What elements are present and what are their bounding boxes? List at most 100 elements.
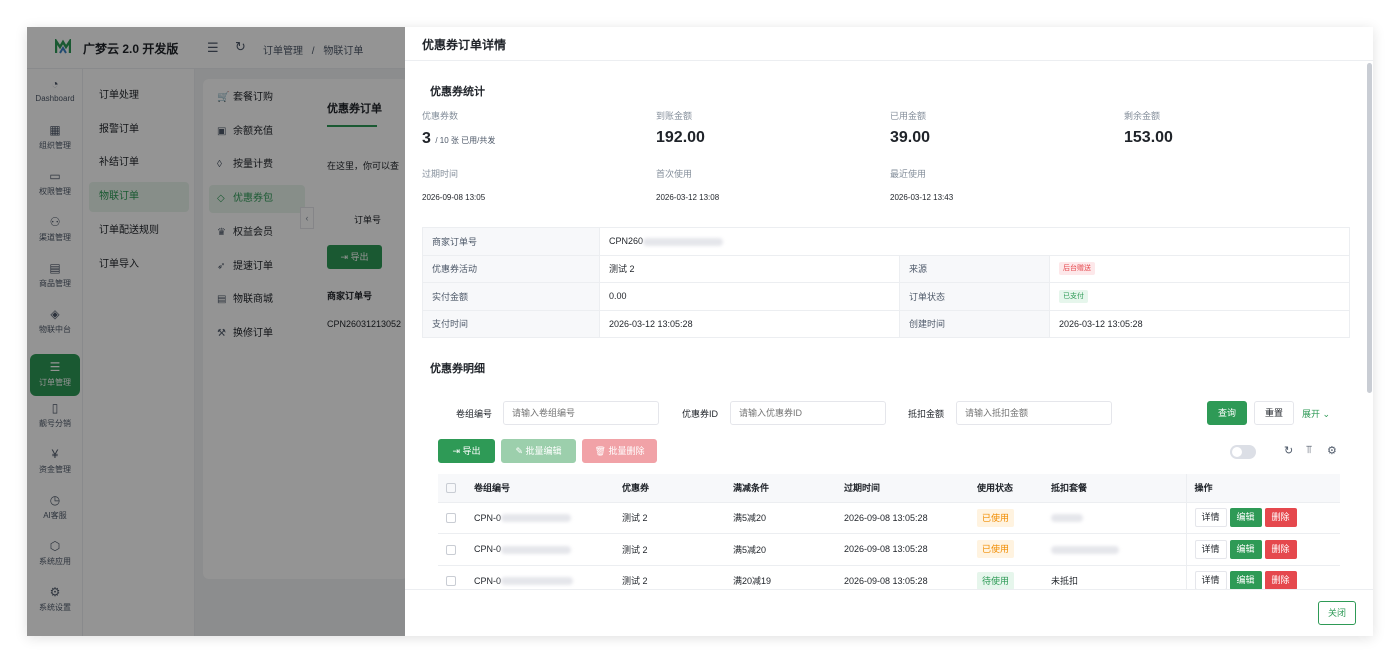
drawer-header: 优惠券订单详情 xyxy=(405,27,1373,61)
rule-cell: 满5减20 xyxy=(725,502,836,534)
last-use-value: 2026-03-12 13:43 xyxy=(890,193,954,202)
expand-label: 展开 xyxy=(1302,409,1321,419)
coupon-order-drawer: 优惠券订单详情 优惠券统计 优惠券数 3 / 10 张 已用/共发 到账金额 1… xyxy=(405,27,1373,636)
coupon-used-count: 3 xyxy=(422,130,431,147)
redacted-text xyxy=(643,237,724,246)
batch-edit-button[interactable]: ✎ 批量编辑 xyxy=(501,439,576,463)
edit-button[interactable]: 编辑 xyxy=(1229,539,1262,559)
source-tag: 后台赠送 xyxy=(1059,262,1095,276)
group-number-text: CPN-0 xyxy=(474,512,502,523)
expire-cell: 2026-09-08 13:05:28 xyxy=(836,533,969,566)
coupon-total-count: / 10 张 已用/共发 xyxy=(435,136,496,145)
scrollbar[interactable] xyxy=(1367,63,1372,393)
column-header[interactable]: 卷组编号 xyxy=(466,474,614,503)
delete-button[interactable]: 删除 xyxy=(1264,571,1297,591)
package-cell xyxy=(1043,502,1186,534)
source-label: 来源 xyxy=(899,254,1050,283)
edit-icon: ✎ xyxy=(515,446,523,456)
actions-cell: 详情 编辑 删除 xyxy=(1185,502,1340,534)
stats-section-title: 优惠券统计 xyxy=(430,86,485,98)
used-amount-label: 已用金额 xyxy=(890,111,927,121)
status-badge: 已使用 xyxy=(977,540,1015,559)
order-status-label: 订单状态 xyxy=(899,282,1050,311)
expire-time-value: 2026-09-08 13:05 xyxy=(422,193,486,202)
delete-button[interactable]: 删除 xyxy=(1264,539,1297,559)
group-number-label: 卷组编号 xyxy=(456,409,493,419)
table-row[interactable]: CPN-0 测试 2 满5减20 2026-09-08 13:05:28 已使用 详情 编辑… xyxy=(438,533,1340,566)
column-header[interactable]: 使用状态 xyxy=(969,474,1043,503)
detail-button[interactable]: 详情 xyxy=(1194,539,1227,559)
refresh-icon[interactable]: ↻ xyxy=(1284,444,1293,457)
row-checkbox[interactable] xyxy=(446,544,456,555)
detail-button[interactable]: 详情 xyxy=(1194,508,1227,528)
coupon-cell: 测试 2 xyxy=(614,533,725,566)
chevron-down-icon: ⌄ xyxy=(1322,409,1331,419)
order-status-value: 已支付 xyxy=(1049,282,1350,311)
detail-section-title: 优惠券明细 xyxy=(430,363,485,375)
batch-edit-label: 批量编辑 xyxy=(525,446,562,456)
row-select-cell xyxy=(438,533,466,566)
first-use-value: 2026-03-12 13:08 xyxy=(656,193,720,202)
last-use-label: 最近使用 xyxy=(890,169,927,179)
edit-button[interactable]: 编辑 xyxy=(1229,508,1262,528)
trash-icon: 🗑 xyxy=(594,446,606,456)
redacted-text xyxy=(1051,514,1083,523)
expire-time-label: 过期时间 xyxy=(422,169,459,179)
delete-button[interactable]: 删除 xyxy=(1264,508,1297,528)
row-checkbox[interactable] xyxy=(446,576,456,587)
reset-button[interactable]: 重置 xyxy=(1254,401,1294,425)
select-all-checkbox[interactable] xyxy=(446,483,456,494)
select-all-cell xyxy=(438,474,466,503)
pay-time-value: 2026-03-12 13:05:28 xyxy=(599,309,900,338)
merchant-order-number: CPN260 xyxy=(609,236,644,247)
group-number-cell: CPN-0 xyxy=(466,502,614,534)
export-icon: ⇥ xyxy=(452,446,460,456)
paid-amount-label: 实付金额 xyxy=(422,282,600,311)
activity-label: 优惠券活动 xyxy=(422,254,600,283)
edit-button[interactable]: 编辑 xyxy=(1229,571,1262,591)
export-label: 导出 xyxy=(462,446,481,456)
merchant-order-label: 商家订单号 xyxy=(422,227,600,256)
create-time-label: 创建时间 xyxy=(899,309,1050,338)
redacted-text xyxy=(501,514,572,523)
detail-button[interactable]: 详情 xyxy=(1194,571,1227,591)
deduct-amount-label: 抵扣金额 xyxy=(908,409,945,419)
coupon-id-label: 优惠券ID xyxy=(682,409,719,419)
column-height-icon[interactable]: ⫪ xyxy=(1306,444,1312,457)
coupon-count-value: 3 / 10 张 已用/共发 xyxy=(422,130,495,148)
remaining-amount-value: 153.00 xyxy=(1124,129,1173,146)
coupon-id-input[interactable] xyxy=(730,401,886,425)
first-use-label: 首次使用 xyxy=(656,169,693,179)
merchant-order-value: CPN260 xyxy=(599,227,1350,256)
redacted-text xyxy=(1051,545,1119,554)
column-header[interactable]: 抵扣套餐 xyxy=(1043,474,1186,503)
column-header[interactable]: 满减条件 xyxy=(725,474,836,503)
status-cell: 已使用 xyxy=(969,502,1043,534)
export-button[interactable]: ⇥ 导出 xyxy=(438,439,495,463)
coupon-count-label: 优惠券数 xyxy=(422,111,459,121)
activity-value: 测试 2 xyxy=(599,254,900,283)
package-cell xyxy=(1043,533,1186,566)
toggle-switch[interactable] xyxy=(1230,445,1256,459)
status-cell: 已使用 xyxy=(969,533,1043,566)
order-info-table: 商家订单号 CPN260 优惠券活动 测试 2 来源 后台赠送 实付金额 0.0… xyxy=(422,227,1350,338)
close-button[interactable]: 关闭 xyxy=(1318,601,1356,625)
package-text: 未抵扣 xyxy=(1051,576,1079,587)
expand-filters-link[interactable]: 展开 ⌄ xyxy=(1302,407,1330,420)
drawer-title: 优惠券订单详情 xyxy=(422,38,507,52)
redacted-text xyxy=(501,545,572,554)
received-amount-label: 到账金额 xyxy=(656,111,693,121)
gear-icon[interactable]: ⚙ xyxy=(1327,444,1337,457)
query-button[interactable]: 查询 xyxy=(1207,401,1247,425)
column-header[interactable]: 优惠券 xyxy=(614,474,725,503)
column-header: 操作 xyxy=(1185,474,1340,503)
column-header[interactable]: 过期时间 xyxy=(836,474,969,503)
row-checkbox[interactable] xyxy=(446,513,456,524)
table-header-row: 卷组编号 优惠券 满减条件 过期时间 使用状态 抵扣套餐 操作 xyxy=(438,474,1340,503)
table-row[interactable]: CPN-0 测试 2 满5减20 2026-09-08 13:05:28 已使用 详情 编辑… xyxy=(438,502,1340,534)
batch-delete-button[interactable]: 🗑 批量删除 xyxy=(582,439,657,463)
used-amount-value: 39.00 xyxy=(890,129,931,146)
group-number-text: CPN-0 xyxy=(474,575,502,586)
group-number-input[interactable] xyxy=(503,401,659,425)
deduct-amount-input[interactable] xyxy=(956,401,1112,425)
